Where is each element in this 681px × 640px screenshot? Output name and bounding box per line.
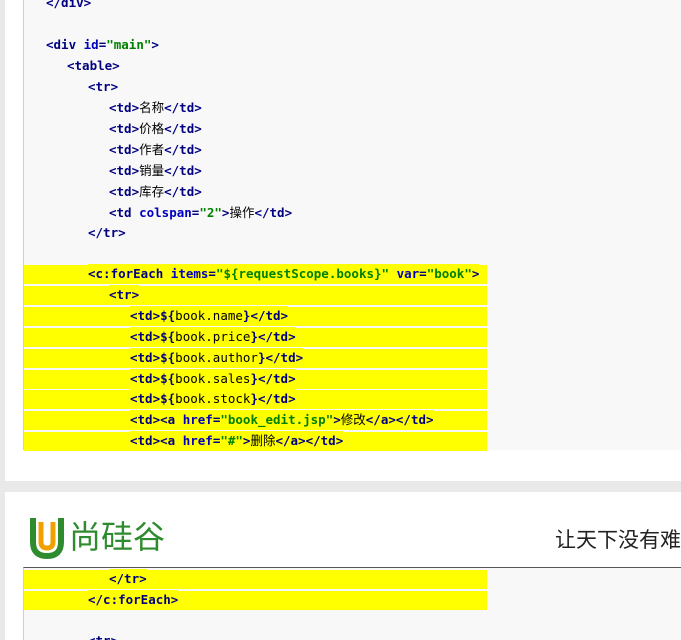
code-line: <tr>: [88, 79, 119, 94]
code-line: <td>名称</td>: [109, 100, 202, 115]
document-page-2: 尚硅谷 让天下没有难 </tr></c:forEach> <tr>: [5, 492, 681, 640]
highlight-band: [24, 286, 487, 305]
code-line: <td>销量</td>: [109, 163, 202, 178]
code-line: <tr>: [88, 631, 118, 640]
code-line: <td><a href="book_edit.jsp">修改</a></td>: [130, 410, 434, 430]
code-line: <td>${book.price}</td>: [130, 327, 296, 347]
code-line: </c:forEach>: [88, 590, 179, 610]
code-block-1: </div> <div id="main"> <table> <tr> <td>名称</…: [23, 0, 681, 451]
code-line: <td>${book.name}</td>: [130, 306, 289, 326]
code-line: <c:forEach items="${requestScope.books}"…: [88, 264, 480, 284]
code-line: <div id="main">: [46, 37, 159, 52]
code-line: <td><a href="#">删除</a></td>: [130, 431, 344, 451]
slogan: 让天下没有难: [555, 528, 681, 552]
highlight-band: [24, 570, 487, 589]
logo-text: 尚硅谷: [69, 518, 165, 556]
code-line: <table>: [67, 58, 120, 73]
code-line: <td>库存</td>: [109, 184, 202, 199]
code-line: <td>${book.author}</td>: [130, 348, 304, 368]
code-line: <td colspan="2">操作</td>: [109, 205, 293, 220]
code-line: </tr>: [109, 569, 147, 589]
code-line: <tr>: [109, 285, 140, 305]
code-line: </div>: [46, 0, 92, 10]
code-line: <td>${book.sales}</td>: [130, 369, 296, 389]
code-line: </tr>: [88, 225, 126, 240]
code-line: <td>作者</td>: [109, 142, 202, 157]
code-line: <td>${book.stock}</td>: [130, 389, 296, 409]
atguigu-logo: 尚硅谷: [30, 518, 165, 560]
code-block-2: </tr></c:forEach> <tr>: [23, 567, 681, 640]
document-page-1: </div> <div id="main"> <table> <tr> <td>名称</…: [5, 0, 681, 481]
code-line: <td>价格</td>: [109, 121, 202, 136]
